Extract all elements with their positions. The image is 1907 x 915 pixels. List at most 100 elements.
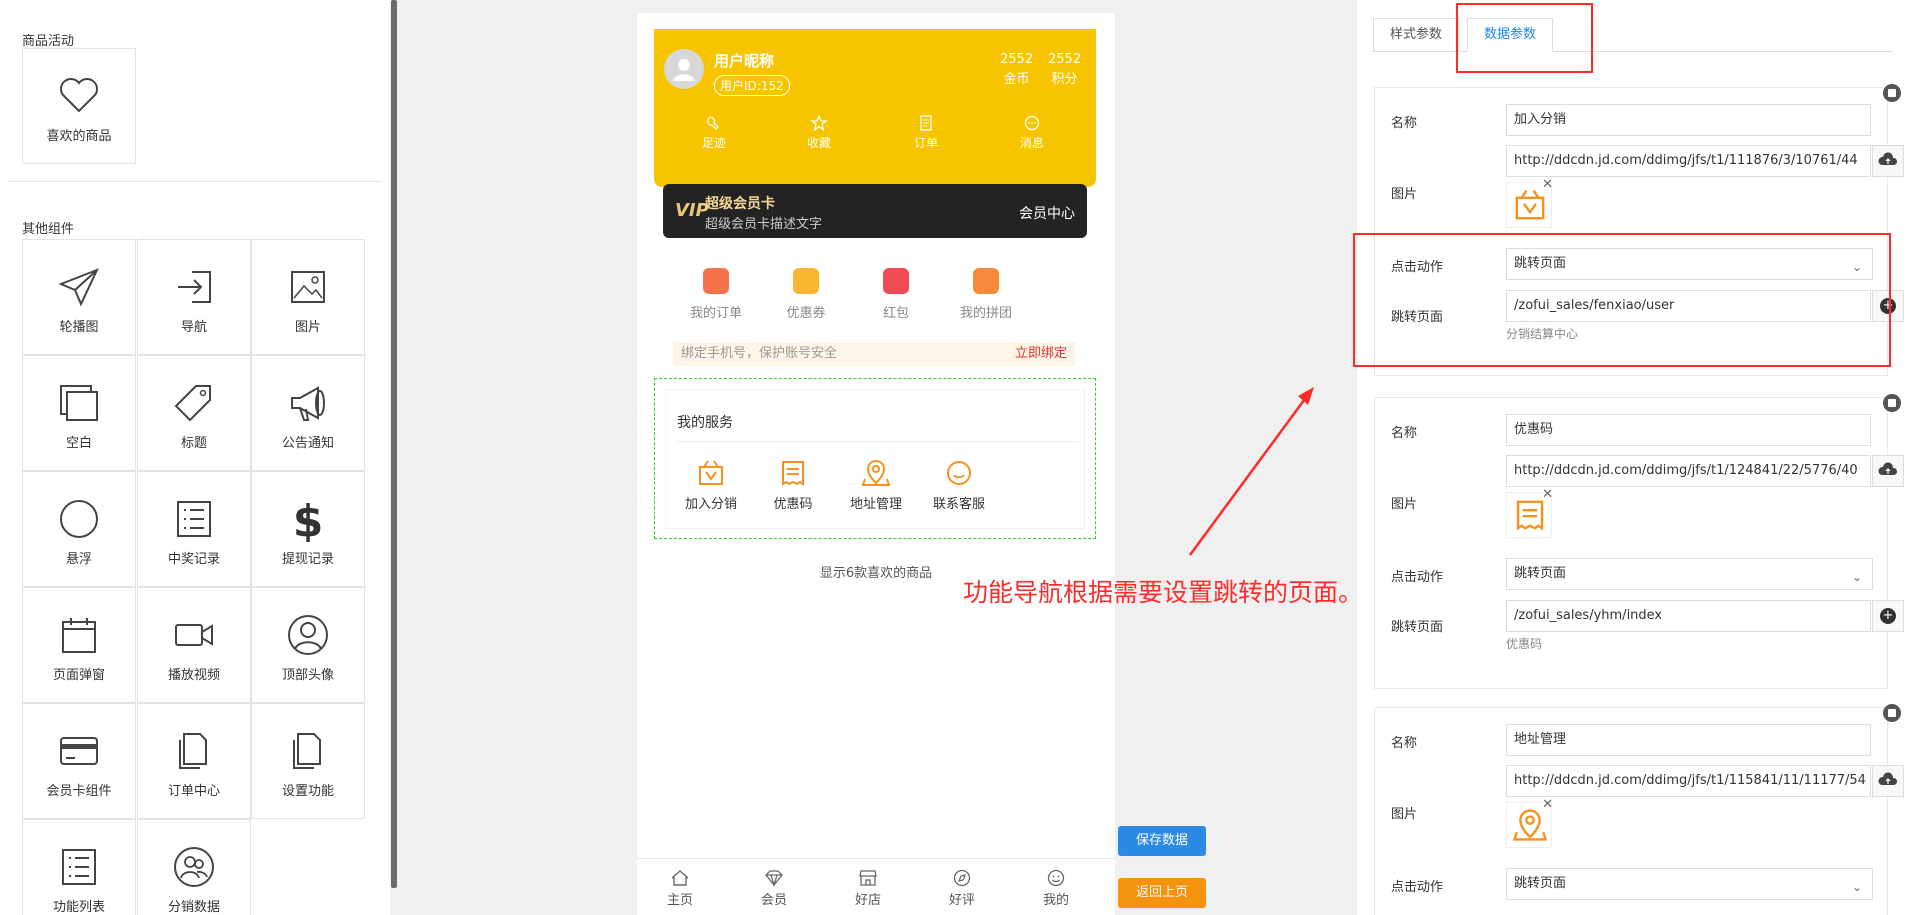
list-icon: [177, 501, 211, 537]
pick-page-button[interactable]: +: [1872, 600, 1904, 632]
remove-image-icon[interactable]: ✕: [1542, 487, 1553, 502]
action-select[interactable]: 跳转页面 ⌄: [1506, 868, 1873, 900]
component-member-card[interactable]: 会员卡组件: [22, 703, 136, 819]
vip-icon: VIP: [675, 200, 709, 221]
properties-panel: 样式参数 数据参数 名称 加入分销 http://ddcdn.jd.com/dd…: [1357, 0, 1907, 915]
order-icon: [920, 115, 932, 131]
tab-reviews[interactable]: 好评: [937, 869, 987, 908]
action-select[interactable]: 跳转页面 ⌄: [1506, 558, 1873, 590]
save-button[interactable]: 保存数据: [1118, 826, 1206, 856]
user-menu-label: 订单: [913, 136, 938, 150]
users-icon: [174, 847, 214, 887]
tab-member[interactable]: 会员: [749, 869, 799, 908]
component-nav[interactable]: 导航: [137, 239, 251, 355]
component-label: 图片: [294, 320, 321, 335]
services-block[interactable]: 我的服务 加入分销 优惠码 地址管理 联系客服: [654, 378, 1096, 539]
group-buy-icon: [973, 268, 999, 294]
component-function-list[interactable]: 功能列表: [22, 819, 136, 915]
bind-now-button[interactable]: 立即绑定: [1015, 342, 1067, 366]
coins-label: 金币: [1003, 72, 1030, 87]
back-button[interactable]: 返回上页: [1118, 878, 1206, 908]
component-page-popup[interactable]: 页面弹窗: [22, 587, 136, 703]
component-label: 导航: [180, 320, 207, 335]
component-blank[interactable]: 空白: [22, 355, 136, 471]
service-join-distribution[interactable]: 加入分销: [666, 459, 756, 512]
component-order-center[interactable]: 订单中心: [137, 703, 251, 819]
coupon-icon: [793, 268, 819, 294]
service-coupon-code[interactable]: 优惠码: [748, 459, 838, 512]
distribution-icon: [1515, 189, 1545, 220]
scrollbar[interactable]: [391, 0, 397, 888]
service-label: 加入分销: [684, 497, 737, 512]
cloud-upload-icon: [1878, 772, 1898, 785]
component-favorite-goods[interactable]: 喜欢的商品: [22, 48, 136, 164]
user-menu-orders[interactable]: 订单: [896, 115, 956, 151]
upload-button[interactable]: [1872, 145, 1904, 177]
image-label: 图片: [1391, 187, 1418, 202]
group-buy-shortcut[interactable]: 我的拼团: [946, 268, 1026, 321]
remove-image-icon[interactable]: ✕: [1542, 797, 1553, 812]
video-icon: [175, 624, 213, 646]
user-menu-messages[interactable]: 消息: [1002, 115, 1062, 151]
tab-shop[interactable]: 好店: [843, 869, 893, 908]
name-input[interactable]: 加入分销: [1506, 104, 1871, 136]
coins-value: 2552: [1000, 52, 1034, 67]
distribution-icon: [699, 460, 723, 485]
component-video[interactable]: 播放视频: [137, 587, 251, 703]
component-carousel[interactable]: 轮播图: [22, 239, 136, 355]
smile-icon: [1047, 869, 1065, 887]
tab-style-params[interactable]: 样式参数: [1373, 18, 1460, 52]
services-title: 我的服务: [677, 415, 733, 431]
service-customer-support[interactable]: 联系客服: [914, 459, 1004, 512]
user-menu-footprint[interactable]: 足迹: [684, 115, 744, 151]
tag-icon: [174, 385, 211, 422]
component-image[interactable]: 图片: [251, 239, 365, 355]
name-input[interactable]: 地址管理: [1506, 724, 1871, 756]
component-top-avatar[interactable]: 顶部头像: [251, 587, 365, 703]
component-prize-record[interactable]: 中奖记录: [137, 471, 251, 587]
nav-item-card-2: 名称 优惠码 http://ddcdn.jd.com/ddimg/jfs/t1/…: [1374, 397, 1904, 689]
upload-button[interactable]: [1872, 455, 1904, 487]
bottom-tabbar: 主页 会员 好店 好评 我的: [637, 858, 1115, 915]
action-value: 跳转页面: [1514, 566, 1567, 581]
vip-card[interactable]: VIP 超级会员卡 超级会员卡描述文字 会员中心: [663, 184, 1087, 238]
service-label: 联系客服: [932, 497, 985, 512]
image-url-input[interactable]: http://ddcdn.jd.com/ddimg/jfs/t1/124841/…: [1506, 455, 1871, 487]
user-header-card[interactable]: 用户昵称 用户ID:152 2552 金币 2552 积分 足迹 收藏 订单 消…: [654, 29, 1096, 187]
image-thumbnail[interactable]: ✕: [1506, 797, 1553, 848]
component-float[interactable]: 悬浮: [22, 471, 136, 587]
my-orders-shortcut[interactable]: 我的订单: [676, 268, 756, 321]
image-url-input[interactable]: http://ddcdn.jd.com/ddimg/jfs/t1/115841/…: [1506, 765, 1871, 797]
upload-button[interactable]: [1872, 765, 1904, 797]
order-icon: [703, 268, 729, 294]
image-thumbnail[interactable]: ✕: [1506, 177, 1553, 228]
credit-card-icon: [60, 737, 98, 765]
delete-item-2-icon[interactable]: [1883, 394, 1901, 412]
service-address[interactable]: 地址管理: [831, 459, 921, 512]
component-notice[interactable]: 公告通知: [251, 355, 365, 471]
image-url-input[interactable]: http://ddcdn.jd.com/ddimg/jfs/t1/111876/…: [1506, 145, 1871, 177]
page-path-input[interactable]: /zofui_sales/yhm/index: [1506, 600, 1871, 632]
tab-mine[interactable]: 我的: [1031, 869, 1081, 908]
megaphone-icon: [291, 386, 325, 421]
coupons-shortcut[interactable]: 优惠券: [766, 268, 846, 321]
remove-image-icon[interactable]: ✕: [1542, 177, 1553, 192]
red-packet-shortcut[interactable]: 红包: [856, 268, 936, 321]
dollar-icon: $: [293, 498, 324, 542]
component-label: 中奖记录: [167, 552, 220, 567]
compass-icon: [953, 869, 971, 887]
divider: [677, 441, 1079, 442]
component-distribution-data[interactable]: 分销数据: [137, 819, 251, 915]
name-input[interactable]: 优惠码: [1506, 414, 1871, 446]
member-center-link[interactable]: 会员中心: [1019, 203, 1075, 223]
image-thumbnail[interactable]: ✕: [1506, 487, 1553, 538]
component-title[interactable]: 标题: [137, 355, 251, 471]
component-withdraw-record[interactable]: $ 提现记录: [251, 471, 365, 587]
component-settings[interactable]: 设置功能: [251, 703, 365, 819]
image-icon: [291, 271, 325, 303]
delete-item-3-icon[interactable]: [1883, 704, 1901, 722]
tab-home[interactable]: 主页: [655, 869, 705, 908]
user-menu-favorite[interactable]: 收藏: [789, 115, 849, 151]
delete-item-1-icon[interactable]: [1883, 84, 1901, 102]
points-label: 积分: [1051, 72, 1078, 87]
